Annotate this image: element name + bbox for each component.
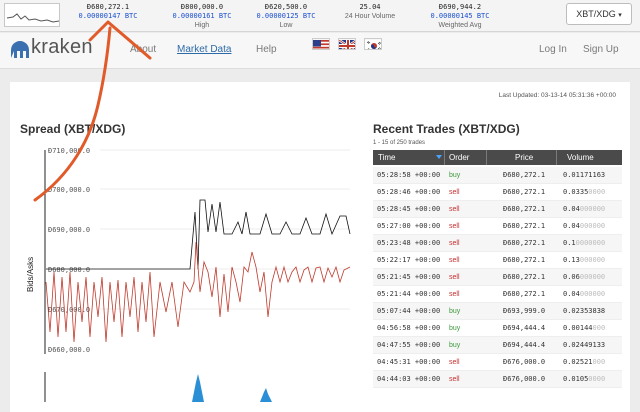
nav-help[interactable]: Help [256, 44, 277, 55]
trade-time: 05:07:44 +00:00 [377, 307, 441, 315]
trades-table-header: Time Order Price Volume [373, 150, 622, 165]
trade-volume: 0.00144000 [563, 324, 606, 332]
trade-time: 05:22:17 +00:00 [377, 256, 441, 264]
trade-order: sell [449, 359, 460, 366]
table-row: 05:23:48 +00:00 sell Đ680,272.1 0.10000000 [373, 235, 622, 252]
col-price[interactable]: Price [515, 150, 533, 165]
trade-volume: 0.02449133 [563, 341, 606, 349]
ticker-volume: 25.04 24 Hour Volume [344, 3, 396, 20]
trade-price: Đ694,444.4 [503, 341, 546, 349]
uk-flag-icon[interactable] [338, 38, 356, 50]
trade-time: 05:28:58 +00:00 [377, 171, 441, 179]
trade-time: 05:27:00 +00:00 [377, 222, 441, 230]
trade-volume: 0.01171163 [563, 171, 606, 179]
col-volume[interactable]: Volume [567, 150, 594, 165]
trade-price: Đ680,272.1 [503, 205, 546, 213]
table-row: 05:28:46 +00:00 sell Đ680,272.1 0.03350000 [373, 184, 622, 201]
table-row: 05:27:00 +00:00 sell Đ680,272.1 0.04000000 [373, 218, 622, 235]
trade-order: sell [449, 189, 460, 196]
table-row: 04:44:03 +00:00 sell Đ676,000.0 0.01050000 [373, 371, 622, 388]
sort-desc-icon[interactable] [436, 155, 442, 159]
table-row: 04:56:58 +00:00 buy Đ694,444.4 0.00144000 [373, 320, 622, 337]
trade-volume: 0.03350000 [563, 188, 606, 196]
signup-link[interactable]: Sign Up [583, 44, 619, 55]
chevron-down-icon: ▾ [618, 12, 622, 19]
y-tick-690000: Đ690,000.0 [48, 226, 90, 234]
trade-volume: 0.06000000 [563, 273, 606, 281]
trade-order: buy [449, 342, 461, 349]
trade-time: 05:28:46 +00:00 [377, 188, 441, 196]
trade-order: sell [449, 291, 460, 298]
trade-order: buy [449, 325, 461, 332]
trade-volume: 0.10000000 [563, 239, 606, 247]
trade-time: 04:45:31 +00:00 [377, 358, 441, 366]
trade-price: Đ680,272.1 [503, 239, 546, 247]
trade-price: Đ676,000.0 [503, 375, 546, 383]
trade-order: buy [449, 172, 461, 179]
trade-time: 04:47:55 +00:00 [377, 341, 441, 349]
col-order[interactable]: Order [449, 150, 469, 165]
trade-time: 05:21:44 +00:00 [377, 290, 441, 298]
y-tick-670000: Đ670,000.0 [48, 306, 90, 314]
korea-flag-icon[interactable] [364, 38, 382, 50]
table-row: 05:22:17 +00:00 sell Đ680,272.1 0.13000000 [373, 252, 622, 269]
trade-time: 04:44:03 +00:00 [377, 375, 441, 383]
table-row: 05:21:44 +00:00 sell Đ680,272.1 0.04000000 [373, 286, 622, 303]
trade-price: Đ680,272.1 [503, 188, 546, 196]
trade-order: sell [449, 274, 460, 281]
table-row: 04:47:55 +00:00 buy Đ694,444.4 0.02449133 [373, 337, 622, 354]
trade-price: Đ680,272.1 [503, 273, 546, 281]
trade-order: sell [449, 206, 460, 213]
trade-time: 05:23:48 +00:00 [377, 239, 441, 247]
trade-volume: 0.04000000 [563, 205, 606, 213]
ticker-weighted-avg: Đ690,944.2 0.00000145 BTC Weighted Avg [430, 3, 490, 29]
annotation-arrow [33, 20, 152, 202]
spread-ylabel: Bids/Asks [26, 256, 35, 292]
trade-price: Đ694,444.4 [503, 324, 546, 332]
trade-volume: 0.02521000 [563, 358, 606, 366]
trade-time: 05:21:45 +00:00 [377, 273, 441, 281]
trade-order: buy [449, 308, 461, 315]
trade-order: sell [449, 240, 460, 247]
trade-price: Đ680,272.1 [503, 171, 546, 179]
table-row: 05:21:45 +00:00 sell Đ680,272.1 0.06000000 [373, 269, 622, 286]
trade-volume: 0.01050000 [563, 375, 606, 383]
us-flag-icon[interactable] [312, 38, 330, 50]
trade-price: Đ680,272.1 [503, 222, 546, 230]
ticker-low: Đ620,500.0 0.00000125 BTC Low [256, 3, 316, 29]
trade-volume: 0.13000000 [563, 256, 606, 264]
table-row: 05:07:44 +00:00 buy Đ693,999.0 0.02353838 [373, 303, 622, 320]
table-row: 05:28:45 +00:00 sell Đ680,272.1 0.04000000 [373, 201, 622, 218]
trade-price: Đ680,272.1 [503, 256, 546, 264]
y-tick-660000: Đ660,000.0 [48, 346, 90, 354]
trade-order: sell [449, 376, 460, 383]
trade-order: sell [449, 223, 460, 230]
trade-volume: 0.04000000 [563, 290, 606, 298]
trade-volume: 0.04000000 [563, 222, 606, 230]
trade-price: Đ693,999.0 [503, 307, 546, 315]
table-row: 05:28:58 +00:00 buy Đ680,272.1 0.01171163 [373, 167, 622, 184]
pair-select-button[interactable]: XBT/XDG ▾ [566, 3, 632, 25]
volume-spike [192, 374, 204, 402]
last-updated: Last Updated: 03-13-14 05:31:36 +00:00 [498, 92, 616, 99]
trade-price: Đ680,272.1 [503, 290, 546, 298]
col-time[interactable]: Time [378, 150, 395, 165]
trade-time: 05:28:45 +00:00 [377, 205, 441, 213]
table-row: 04:45:31 +00:00 sell Đ676,000.0 0.02521000 [373, 354, 622, 371]
trade-volume: 0.02353838 [563, 307, 606, 315]
trade-order: sell [449, 257, 460, 264]
pair-label: XBT/XDG [576, 9, 616, 19]
trades-title: Recent Trades (XBT/XDG) [373, 122, 520, 136]
login-link[interactable]: Log In [539, 44, 567, 55]
trade-price: Đ676,000.0 [503, 358, 546, 366]
trades-count: 1 - 15 of 250 trades [373, 140, 426, 146]
trade-time: 04:56:58 +00:00 [377, 324, 441, 332]
